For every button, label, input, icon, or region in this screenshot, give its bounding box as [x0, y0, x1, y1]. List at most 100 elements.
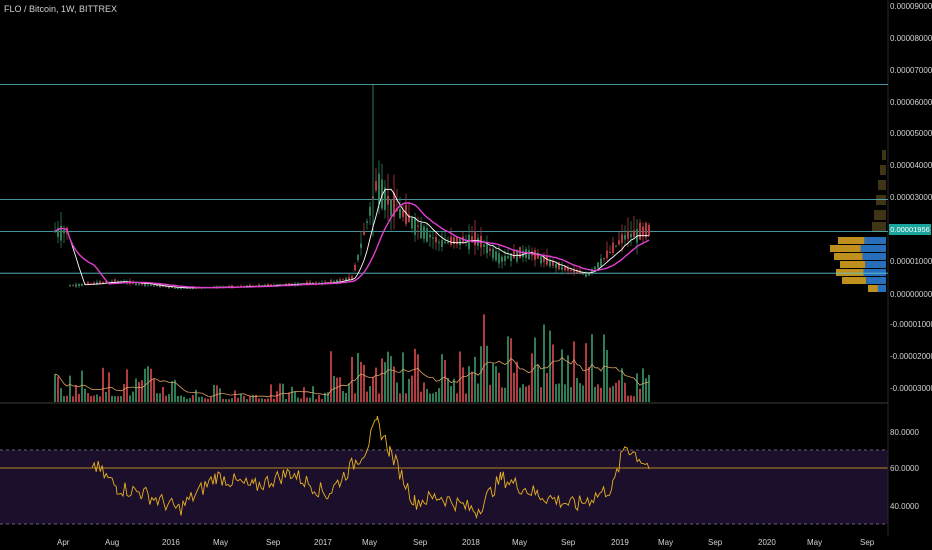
volume-bar: [258, 398, 260, 402]
volume-bar: [516, 361, 518, 402]
volume-bar: [90, 395, 92, 402]
volume-bar: [459, 351, 461, 402]
volume-bar: [99, 396, 101, 402]
rsi-axis-label: 80.0000: [890, 428, 919, 437]
volume-bar: [156, 393, 158, 402]
volume-bar: [612, 385, 614, 402]
time-axis-label: May: [362, 538, 378, 547]
volume-bar: [195, 389, 197, 402]
time-axis-label: Apr: [57, 538, 70, 547]
candle-body: [627, 230, 629, 239]
volume-bar: [216, 385, 218, 402]
volume-bar: [465, 393, 467, 402]
volume-bar: [72, 396, 74, 402]
volume-bar: [615, 382, 617, 402]
candle-body: [492, 248, 494, 259]
candle-body: [417, 225, 419, 227]
volume-profile-sell-6: [868, 285, 878, 292]
volume-bar: [555, 384, 557, 402]
volume-bar: [207, 398, 209, 402]
volume-profile-buy-6: [877, 285, 886, 292]
volume-bar: [525, 386, 527, 402]
candle-body: [474, 230, 476, 246]
volume-bar: [510, 338, 512, 402]
volume-bar: [630, 395, 632, 402]
volume-bar: [396, 382, 398, 402]
volume-bar: [627, 395, 629, 402]
time-axis-label: Sep: [561, 538, 576, 547]
volume-bar: [186, 398, 188, 402]
volume-bar: [330, 351, 332, 402]
candle-body: [348, 277, 350, 280]
candle-body: [555, 263, 557, 268]
candle-body: [495, 251, 497, 261]
candle-body: [537, 255, 539, 259]
volume-bar: [354, 393, 356, 402]
volume-bar: [552, 344, 554, 402]
volume-bar: [312, 386, 314, 402]
candle-body: [333, 281, 335, 283]
volume-bar: [474, 356, 476, 402]
volume-bar: [183, 396, 185, 402]
volume-bar: [495, 366, 497, 402]
volume-bar: [534, 337, 536, 402]
candle-body: [429, 234, 431, 238]
volume-bar: [231, 398, 233, 402]
volume-bar: [366, 391, 368, 402]
price-axis-label: 0.00003000: [890, 193, 932, 202]
volume-bar: [237, 397, 239, 402]
volume-bar: [363, 364, 365, 402]
volume-bar: [222, 398, 224, 402]
volume-bar: [246, 399, 248, 402]
volume-bar: [471, 371, 473, 402]
volume-bar: [411, 375, 413, 402]
candle-body: [621, 234, 623, 244]
volume-bar: [180, 395, 182, 402]
chart-canvas: [0, 0, 932, 550]
candle-body: [63, 230, 65, 234]
volume-bar: [78, 393, 80, 402]
candle-body: [390, 199, 392, 216]
price-axis-label: 0.00006000: [890, 98, 932, 107]
candle-body: [159, 285, 161, 288]
volume-bar: [168, 394, 170, 402]
volume-bar: [300, 398, 302, 402]
volume-bar: [573, 341, 575, 402]
volume-bar: [273, 398, 275, 402]
candle-body: [357, 254, 359, 261]
volume-bar: [219, 388, 221, 402]
volume-bar: [324, 392, 326, 402]
volume-bar: [210, 396, 212, 402]
volume-bar: [129, 395, 131, 402]
volume-bar: [636, 373, 638, 402]
candle-body: [363, 231, 365, 235]
candle-body: [438, 242, 440, 244]
volume-profile-upper-5: [872, 222, 886, 232]
volume-bar: [198, 396, 200, 402]
candle-body: [342, 279, 344, 281]
candle-body: [441, 239, 443, 247]
volume-bar: [159, 393, 161, 402]
volume-bar: [435, 391, 437, 402]
candle-body: [513, 250, 515, 259]
price-axis-label: 0.00004000: [890, 161, 932, 170]
candle-body: [540, 256, 542, 264]
volume-bar: [264, 398, 266, 402]
time-axis-label: Sep: [266, 538, 281, 547]
volume-profile-sell-0: [838, 237, 865, 244]
volume-bar: [444, 360, 446, 402]
volume-profile-sell-2: [834, 253, 863, 260]
candle-body: [597, 262, 599, 268]
volume-bar: [141, 380, 143, 402]
candle-body: [453, 237, 455, 245]
volume-bar: [351, 356, 353, 402]
candle-body: [564, 266, 566, 271]
time-axis-label: May: [807, 538, 823, 547]
volume-profile-upper-1: [880, 165, 886, 175]
volume-bar: [528, 385, 530, 402]
volume-bar: [105, 391, 107, 402]
volume-bar: [189, 398, 191, 402]
volume-bar: [162, 386, 164, 402]
candle-body: [630, 233, 632, 238]
volume-bar: [624, 382, 626, 402]
